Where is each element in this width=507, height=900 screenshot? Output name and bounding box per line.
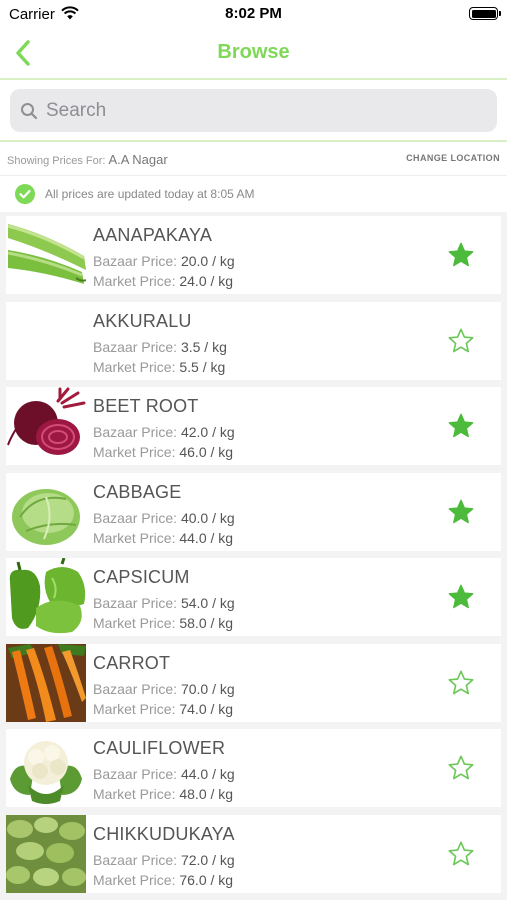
bazaar-price-value: 72.0 / kg bbox=[180, 852, 235, 868]
location-name: A.A Nagar bbox=[108, 152, 168, 167]
bazaar-price-value: 70.0 / kg bbox=[180, 681, 235, 697]
item-name: CHIKKUDUKAYA bbox=[93, 824, 235, 844]
bazaar-price: Bazaar Price: 42.0 / kg bbox=[93, 424, 235, 440]
star-filled-icon[interactable] bbox=[447, 241, 475, 269]
list-item[interactable]: CAPSICUM Bazaar Price: 54.0 / kg Market … bbox=[6, 558, 501, 636]
star-filled-icon[interactable] bbox=[447, 583, 475, 611]
market-price-value: 58.0 / kg bbox=[179, 615, 234, 631]
update-notice: All prices are updated today at 8:05 AM bbox=[0, 176, 507, 212]
star-outline-icon[interactable] bbox=[447, 327, 475, 355]
vegetable-list: AANAPAKAYA Bazaar Price: 20.0 / kg Marke… bbox=[0, 212, 507, 900]
star-filled-icon[interactable] bbox=[447, 498, 475, 526]
list-item[interactable]: AKKURALU Bazaar Price: 3.5 / kg Market P… bbox=[6, 302, 501, 380]
bazaar-price-value: 20.0 / kg bbox=[180, 253, 235, 269]
list-item[interactable]: CAULIFLOWER Bazaar Price: 44.0 / kg Mark… bbox=[6, 729, 501, 807]
location-label: Showing Prices For: A.A Nagar bbox=[7, 152, 168, 167]
bazaar-price: Bazaar Price: 40.0 / kg bbox=[93, 510, 235, 526]
market-price-label: Market Price: bbox=[93, 872, 176, 888]
item-name: CABBAGE bbox=[93, 482, 182, 502]
market-price: Market Price: 74.0 / kg bbox=[93, 701, 233, 717]
bazaar-price-label: Bazaar Price: bbox=[93, 510, 178, 526]
item-name: CAPSICUM bbox=[93, 567, 190, 587]
check-circle-icon bbox=[15, 184, 35, 204]
item-image-placeholder bbox=[6, 302, 86, 380]
market-price: Market Price: 24.0 / kg bbox=[93, 273, 233, 289]
bazaar-price: Bazaar Price: 70.0 / kg bbox=[93, 681, 235, 697]
market-price-value: 24.0 / kg bbox=[179, 273, 234, 289]
carrot-image bbox=[6, 644, 86, 722]
change-location-link[interactable]: CHANGE LOCATION bbox=[406, 153, 500, 163]
market-price: Market Price: 48.0 / kg bbox=[93, 786, 233, 802]
search-input[interactable] bbox=[46, 97, 486, 125]
broad-beans-image bbox=[6, 815, 86, 893]
market-price-value: 76.0 / kg bbox=[179, 872, 234, 888]
market-price-value: 74.0 / kg bbox=[179, 701, 234, 717]
market-price-label: Market Price: bbox=[93, 701, 176, 717]
market-price-label: Market Price: bbox=[93, 359, 176, 375]
bazaar-price-value: 54.0 / kg bbox=[180, 595, 235, 611]
beetroot-image bbox=[6, 387, 86, 465]
bazaar-price: Bazaar Price: 44.0 / kg bbox=[93, 766, 235, 782]
list-item[interactable]: CABBAGE Bazaar Price: 40.0 / kg Market P… bbox=[6, 473, 501, 551]
cabbage-image bbox=[6, 473, 86, 551]
location-label-text: Showing Prices For: bbox=[7, 155, 106, 167]
item-name: CAULIFLOWER bbox=[93, 738, 226, 758]
status-bar: Carrier 8:02 PM bbox=[0, 0, 507, 28]
bazaar-price-value: 3.5 / kg bbox=[180, 339, 227, 355]
list-item[interactable]: BEET ROOT Bazaar Price: 42.0 / kg Market… bbox=[6, 387, 501, 465]
star-outline-icon[interactable] bbox=[447, 669, 475, 697]
list-item[interactable]: CARROT Bazaar Price: 70.0 / kg Market Pr… bbox=[6, 644, 501, 722]
capsicum-image bbox=[6, 558, 86, 636]
bazaar-price-label: Bazaar Price: bbox=[93, 339, 178, 355]
bazaar-price-label: Bazaar Price: bbox=[93, 424, 178, 440]
bazaar-price-label: Bazaar Price: bbox=[93, 852, 178, 868]
bazaar-price-label: Bazaar Price: bbox=[93, 253, 178, 269]
star-filled-icon[interactable] bbox=[447, 412, 475, 440]
update-notice-text: All prices are updated today at 8:05 AM bbox=[45, 187, 255, 201]
bazaar-price-value: 44.0 / kg bbox=[180, 766, 235, 782]
list-item[interactable]: AANAPAKAYA Bazaar Price: 20.0 / kg Marke… bbox=[6, 216, 501, 294]
navigation-bar: Browse bbox=[0, 28, 507, 80]
market-price-value: 5.5 / kg bbox=[179, 359, 226, 375]
market-price-value: 44.0 / kg bbox=[179, 530, 234, 546]
bottle-gourd-image bbox=[6, 216, 86, 294]
market-price: Market Price: 76.0 / kg bbox=[93, 872, 233, 888]
search-box[interactable] bbox=[10, 89, 497, 132]
bazaar-price-value: 40.0 / kg bbox=[180, 510, 235, 526]
market-price-label: Market Price: bbox=[93, 273, 176, 289]
battery-icon bbox=[469, 7, 501, 20]
bazaar-price: Bazaar Price: 54.0 / kg bbox=[93, 595, 235, 611]
list-item[interactable]: CHIKKUDUKAYA Bazaar Price: 72.0 / kg Mar… bbox=[6, 815, 501, 893]
bazaar-price: Bazaar Price: 72.0 / kg bbox=[93, 852, 235, 868]
market-price: Market Price: 46.0 / kg bbox=[93, 444, 233, 460]
market-price: Market Price: 58.0 / kg bbox=[93, 615, 233, 631]
bazaar-price-label: Bazaar Price: bbox=[93, 595, 178, 611]
bazaar-price: Bazaar Price: 20.0 / kg bbox=[93, 253, 235, 269]
market-price-value: 48.0 / kg bbox=[179, 786, 234, 802]
clock: 8:02 PM bbox=[225, 5, 282, 22]
market-price: Market Price: 5.5 / kg bbox=[93, 359, 225, 375]
item-name: BEET ROOT bbox=[93, 396, 199, 416]
item-name: CARROT bbox=[93, 653, 171, 673]
bazaar-price-label: Bazaar Price: bbox=[93, 681, 178, 697]
star-outline-icon[interactable] bbox=[447, 754, 475, 782]
cauliflower-image bbox=[6, 729, 86, 807]
market-price-label: Market Price: bbox=[93, 786, 176, 802]
location-row: Showing Prices For: A.A Nagar CHANGE LOCA… bbox=[0, 143, 507, 176]
page-title: Browse bbox=[217, 41, 290, 63]
market-price: Market Price: 44.0 / kg bbox=[93, 530, 233, 546]
bazaar-price-label: Bazaar Price: bbox=[93, 766, 178, 782]
market-price-value: 46.0 / kg bbox=[179, 444, 234, 460]
star-outline-icon[interactable] bbox=[447, 840, 475, 868]
item-name: AANAPAKAYA bbox=[93, 225, 213, 245]
bazaar-price: Bazaar Price: 3.5 / kg bbox=[93, 339, 227, 355]
market-price-label: Market Price: bbox=[93, 444, 176, 460]
market-price-label: Market Price: bbox=[93, 530, 176, 546]
market-price-label: Market Price: bbox=[93, 615, 176, 631]
search-icon bbox=[21, 103, 38, 120]
search-bar bbox=[0, 80, 507, 142]
bazaar-price-value: 42.0 / kg bbox=[180, 424, 235, 440]
item-name: AKKURALU bbox=[93, 311, 192, 331]
